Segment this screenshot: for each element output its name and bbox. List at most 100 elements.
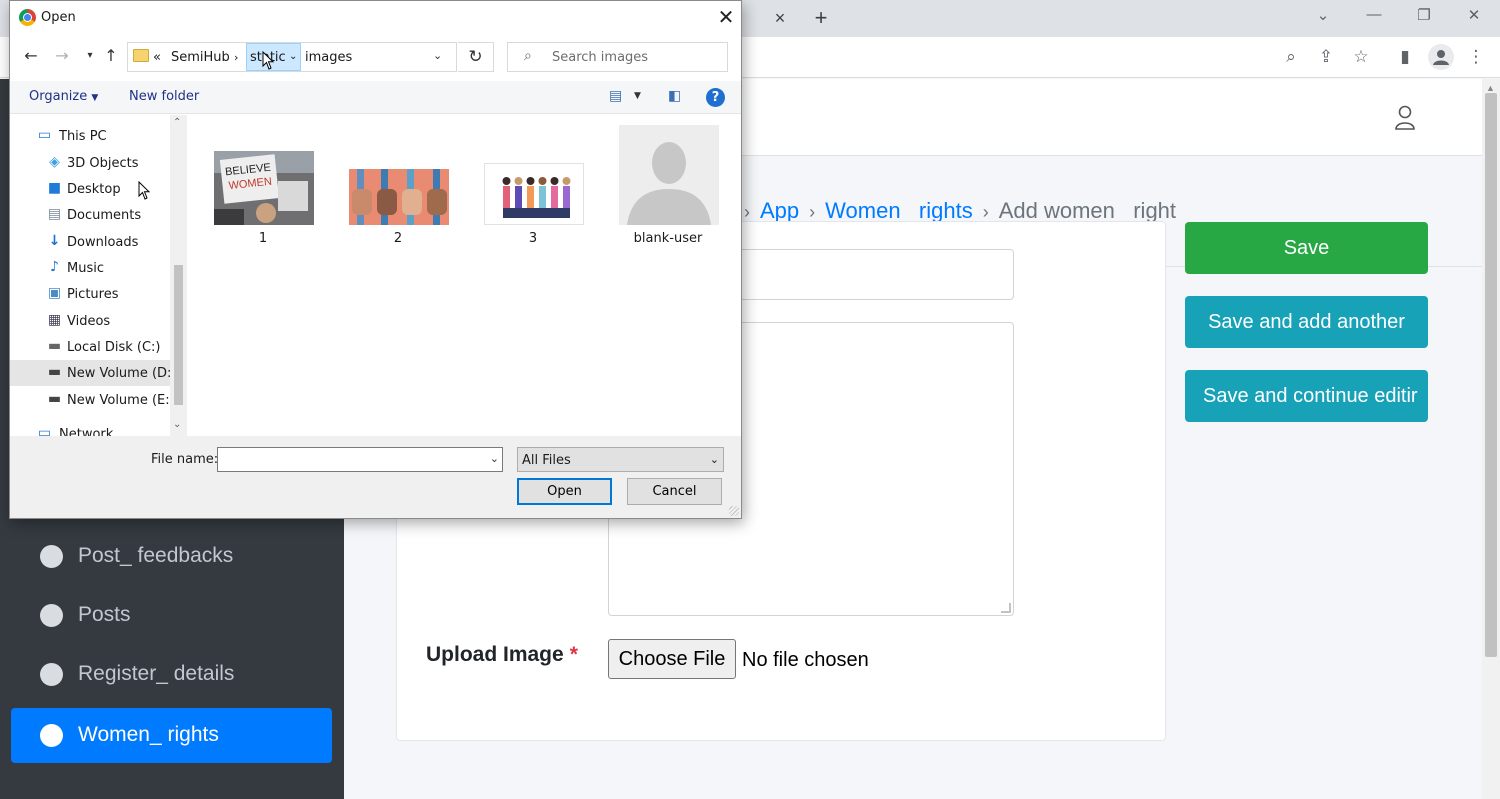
file-type-chevron-icon: ⌄	[709, 453, 719, 466]
tree-item-label: New Volume (D:	[67, 366, 172, 381]
search-icon: ⌕	[524, 48, 532, 64]
network-icon: ▭	[37, 425, 52, 437]
tree-item-documents[interactable]: ▤ Documents	[10, 202, 170, 228]
breadcrumb-separator: ›	[744, 202, 750, 222]
tree-item-label: Local Disk (C:)	[67, 340, 161, 355]
tab-search-chevron-icon[interactable]: ⌄	[1308, 6, 1338, 24]
breadcrumb-separator: ›	[809, 202, 816, 222]
path-segment-semihub[interactable]: SemiHub	[171, 50, 230, 65]
resize-grip-icon[interactable]	[1001, 603, 1011, 613]
forward-arrow-icon[interactable]: →	[52, 46, 72, 65]
command-bar: Organize ▼ New folder ▤ ▼ ◧ ?	[10, 81, 741, 114]
file-name-input[interactable]: ⌄	[217, 447, 503, 472]
path-segment-images[interactable]: images	[305, 50, 352, 65]
zoom-icon[interactable]: ⌕	[1279, 45, 1303, 69]
save-and-continue-editing-button[interactable]: Save and continue editir	[1185, 370, 1428, 422]
view-options-chevron-icon[interactable]: ▼	[634, 91, 641, 101]
tree-item-downloads[interactable]: ↓ Downloads	[10, 229, 170, 255]
sidebar-item-women-rights[interactable]: Women_ rights	[11, 708, 332, 763]
breadcrumb-app-link[interactable]: App	[760, 198, 799, 223]
required-asterisk: *	[569, 643, 578, 666]
tree-item-pictures[interactable]: ▣ Pictures	[10, 281, 170, 307]
scrollbar-thumb[interactable]	[1485, 93, 1497, 657]
path-chevron-icon[interactable]: ›	[234, 51, 238, 64]
tree-item-3d-objects[interactable]: ◈ 3D Objects	[10, 150, 170, 176]
mouse-pointer-icon	[138, 181, 151, 200]
open-button[interactable]: Open	[517, 478, 612, 505]
organize-label: Organize	[29, 89, 88, 104]
user-account-icon[interactable]	[1394, 105, 1416, 131]
tree-item-new-volume-e[interactable]: ▬ New Volume (E:)	[10, 387, 175, 413]
image-thumbnail	[349, 169, 449, 225]
tree-item-label: 3D Objects	[67, 156, 139, 171]
new-tab-button[interactable]: +	[810, 5, 832, 31]
recent-locations-chevron-icon[interactable]: ▾	[80, 50, 100, 61]
sidebar-item-posts[interactable]: Posts	[11, 588, 332, 643]
upload-image-label: Upload Image *	[426, 643, 578, 667]
back-arrow-icon[interactable]: ←	[21, 46, 41, 65]
documents-icon: ▤	[47, 206, 62, 222]
save-and-add-another-button[interactable]: Save and add another	[1185, 296, 1428, 348]
pictures-icon: ▣	[47, 285, 62, 301]
path-overflow[interactable]: «	[153, 50, 161, 65]
image-thumbnail	[484, 163, 584, 225]
tree-item-new-volume-d[interactable]: ▬ New Volume (D:	[10, 360, 172, 386]
choose-file-button[interactable]: Choose File	[608, 639, 736, 679]
window-close-icon[interactable]: ✕	[1459, 6, 1489, 24]
blank-user-thumbnail	[619, 125, 719, 225]
breadcrumb-women-rights-link[interactable]: Women_ rights	[825, 198, 973, 223]
sidebar-item-post-feedbacks[interactable]: Post_ feedbacks	[11, 529, 332, 584]
image-thumbnail: BELIEVE WOMEN	[214, 151, 314, 225]
circle-icon	[40, 724, 63, 747]
sidebar-item-register-details[interactable]: Register_ details	[11, 647, 332, 702]
scroll-up-icon[interactable]: ▲	[1486, 83, 1495, 93]
view-options-icon[interactable]: ▤	[609, 88, 622, 104]
up-arrow-icon[interactable]: ↑	[101, 46, 121, 65]
bookmark-star-icon[interactable]: ☆	[1349, 45, 1373, 69]
file-item-blank-user[interactable]: blank-user	[612, 125, 722, 249]
no-file-chosen-text: No file chosen	[742, 649, 869, 671]
share-icon[interactable]: ⇪	[1314, 45, 1338, 69]
file-item-1[interactable]: BELIEVE WOMEN 1	[207, 125, 317, 249]
refresh-icon[interactable]: ↻	[458, 42, 494, 72]
file-name: blank-user	[633, 231, 703, 246]
drive-icon: ▬	[47, 364, 62, 380]
preview-pane-icon[interactable]: ◧	[668, 88, 681, 104]
file-name-dropdown-chevron-icon[interactable]: ⌄	[490, 452, 499, 465]
resize-grip-icon[interactable]	[729, 506, 739, 516]
tab-close-button[interactable]: ×	[770, 8, 790, 29]
circle-icon	[40, 604, 63, 627]
file-item-2[interactable]: 2	[342, 125, 452, 249]
cancel-button[interactable]: Cancel	[627, 478, 722, 505]
tree-item-label: Videos	[67, 314, 111, 329]
minimize-icon[interactable]: —	[1359, 6, 1389, 23]
organize-chevron-icon: ▼	[91, 93, 99, 103]
dialog-close-icon[interactable]: ✕	[714, 5, 738, 29]
file-type-select[interactable]: All Files ⌄	[517, 447, 724, 472]
profile-avatar-icon[interactable]	[1428, 44, 1454, 70]
new-folder-button[interactable]: New folder	[129, 89, 199, 104]
scroll-up-icon[interactable]: ⌃	[173, 117, 181, 128]
address-dropdown-chevron-icon[interactable]: ⌄	[433, 49, 442, 62]
tree-item-label: Downloads	[67, 235, 139, 250]
save-button[interactable]: Save	[1185, 222, 1428, 274]
tree-item-music[interactable]: ♪ Music	[10, 255, 170, 281]
file-item-3[interactable]: 3	[477, 125, 587, 249]
file-list: BELIEVE WOMEN 1 2 3 blank-user	[188, 115, 741, 436]
path-dropdown-chevron-icon[interactable]: ⌄	[289, 51, 297, 62]
tree-item-local-disk-c[interactable]: ▬ Local Disk (C:)	[10, 334, 170, 360]
help-icon[interactable]: ?	[706, 88, 725, 107]
tree-item-videos[interactable]: ▦ Videos	[10, 308, 170, 334]
tree-item-network[interactable]: ▭ Network	[10, 421, 170, 437]
scroll-down-icon[interactable]: ⌄	[173, 419, 181, 430]
tree-scrollbar-thumb[interactable]	[174, 265, 183, 405]
search-box[interactable]: ⌕ Search images	[507, 42, 728, 72]
address-bar[interactable]: « SemiHub › static ⌄ images ⌄	[127, 42, 457, 72]
organize-menu[interactable]: Organize ▼	[29, 89, 98, 104]
page-scrollbar[interactable]: ▲	[1482, 79, 1500, 799]
tree-item-this-pc[interactable]: ▭ This PC	[10, 123, 170, 149]
tree-scrollbar[interactable]: ⌃ ⌄	[170, 115, 187, 436]
restore-icon[interactable]: ❐	[1409, 6, 1439, 24]
side-panel-icon[interactable]: ▮	[1393, 45, 1417, 69]
browser-menu-icon[interactable]: ⋮	[1464, 45, 1488, 69]
